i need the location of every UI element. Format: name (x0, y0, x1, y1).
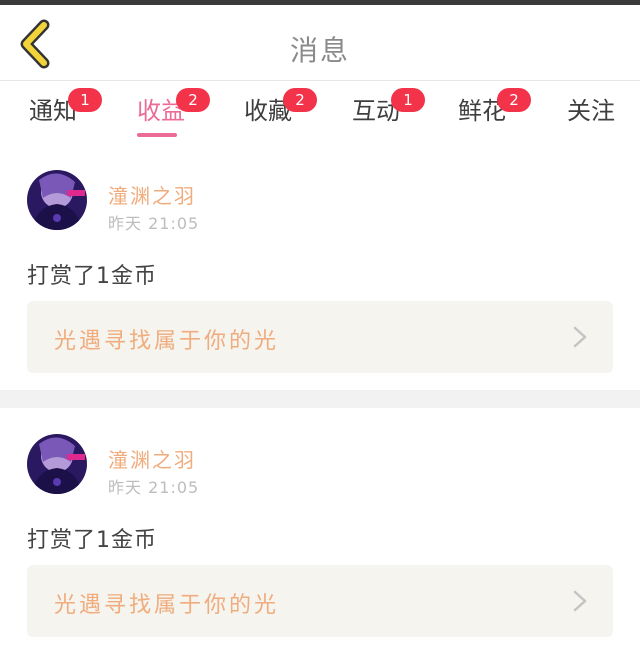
username[interactable]: 潼渊之羽 (108, 180, 196, 209)
tab-bar: 通知 1 收益 2 收藏 2 互动 1 鲜花 2 关注 (0, 82, 640, 140)
message-card: 潼渊之羽 昨天 21:05 打赏了1金币 光遇寻找属于你的光 (0, 148, 640, 390)
message-text: 打赏了1金币 (27, 264, 157, 289)
tab-badge: 1 (391, 88, 425, 112)
active-tab-indicator (137, 133, 177, 137)
chevron-right-icon (573, 326, 587, 348)
tab-notifications[interactable]: 通知 1 (18, 88, 102, 136)
avatar-image (27, 170, 87, 230)
message-card: 潼渊之羽 昨天 21:05 打赏了1金币 光遇寻找属于你的光 (0, 408, 640, 654)
page-title: 消息 (289, 34, 350, 67)
header: 消息 (0, 5, 640, 81)
avatar[interactable] (27, 170, 87, 230)
tab-badge: 2 (283, 88, 317, 112)
chevron-right-icon (573, 590, 587, 612)
username[interactable]: 潼渊之羽 (108, 444, 196, 473)
divider (0, 390, 640, 408)
tab-badge: 2 (176, 88, 210, 112)
linked-post[interactable]: 光遇寻找属于你的光 (27, 565, 613, 637)
tab-badge: 2 (497, 88, 531, 112)
tab-favorites[interactable]: 收藏 2 (233, 88, 317, 136)
avatar-image (27, 434, 87, 494)
tab-label: 关注 (567, 97, 615, 125)
tab-interactions[interactable]: 互动 1 (341, 88, 425, 136)
timestamp: 昨天 21:05 (108, 214, 200, 233)
message-text: 打赏了1金币 (27, 528, 157, 553)
linked-post[interactable]: 光遇寻找属于你的光 (27, 301, 613, 373)
timestamp: 昨天 21:05 (108, 478, 200, 497)
linked-post-title: 光遇寻找属于你的光 (54, 329, 280, 354)
tab-follows[interactable]: 关注 (556, 96, 626, 136)
avatar[interactable] (27, 434, 87, 494)
tab-earnings[interactable]: 收益 2 (126, 88, 210, 137)
tab-flowers[interactable]: 鲜花 2 (447, 88, 531, 136)
linked-post-title: 光遇寻找属于你的光 (54, 593, 280, 618)
tab-badge: 1 (68, 88, 102, 112)
